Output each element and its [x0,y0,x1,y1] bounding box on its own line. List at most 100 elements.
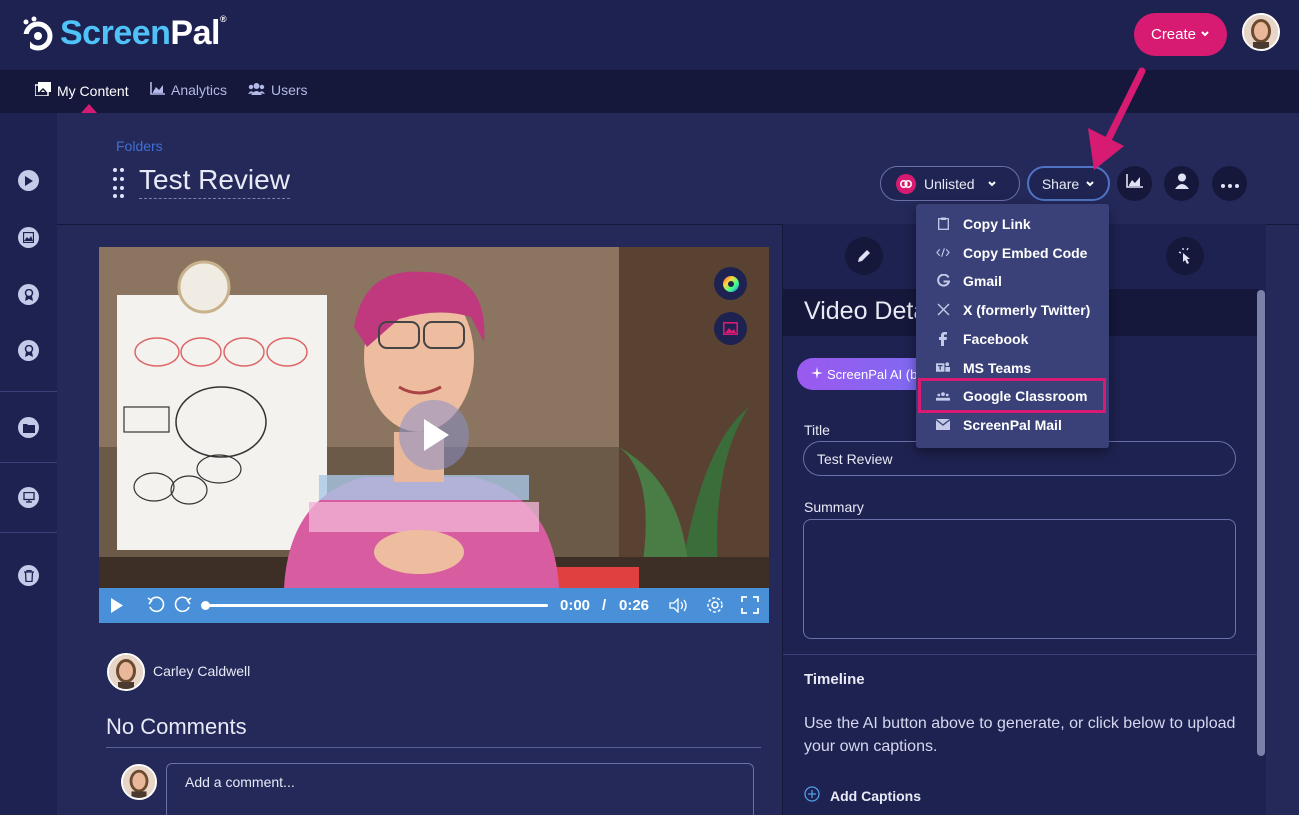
settings-gear-icon[interactable] [706,596,724,619]
logo-word-pal: Pal [170,14,220,52]
nav-my-content-label: My Content [57,82,129,99]
share-gmail[interactable]: Gmail [916,266,1109,295]
nav-analytics-label: Analytics [171,82,228,98]
author-avatar [107,653,145,691]
clipboard-icon [936,217,950,231]
rewind-icon[interactable] [147,596,165,619]
share-item-label: ScreenPal Mail [963,416,1062,433]
drag-handle-icon[interactable] [113,168,125,198]
panel-scrollbar[interactable] [1257,290,1265,756]
users-icon [248,82,265,98]
ai-button-label: ScreenPal AI (b [827,366,918,382]
thumbnail-image-icon[interactable] [714,312,747,345]
commenter-avatar [121,764,157,800]
active-nav-indicator [81,104,97,113]
owner-button[interactable] [1164,166,1199,201]
create-button[interactable]: Create [1134,13,1227,56]
logo-icon [20,16,56,52]
panel-divider [783,654,1259,655]
nav-analytics[interactable]: Analytics [150,82,227,98]
folder-icon[interactable] [18,417,39,438]
more-options-button[interactable] [1212,166,1247,201]
link-icon [896,173,916,194]
play-icon[interactable] [18,170,39,191]
interaction-pointer-icon[interactable] [1166,237,1204,275]
trash-icon[interactable] [18,565,39,586]
google-icon [936,274,950,288]
presentation-icon[interactable] [18,487,39,508]
code-icon [936,246,950,260]
user-icon [1174,173,1189,194]
summary-textarea[interactable] [803,519,1236,639]
comments-divider [106,747,761,748]
nav-users[interactable]: Users [248,82,308,98]
video-player[interactable] [99,247,769,588]
user-avatar[interactable] [1242,13,1280,51]
timeline-heading: Timeline [804,671,865,688]
visibility-dropdown[interactable]: Unlisted [880,166,1020,201]
breadcrumb-folders[interactable]: Folders [116,138,163,154]
add-captions-button[interactable]: Add Captions [804,786,921,805]
share-x-twitter[interactable]: X (formerly Twitter) [916,295,1109,324]
rail-divider [0,532,57,533]
logo-registered: ® [219,14,227,24]
chevron-down-icon [987,176,997,192]
nav-my-content[interactable]: My Content [34,82,129,99]
visibility-label: Unlisted [924,175,975,192]
progress-handle[interactable] [201,601,210,610]
current-time: 0:00 [560,597,591,614]
chart-icon [1126,174,1143,193]
author-name: Carley Caldwell [153,663,251,679]
comment-input[interactable]: Add a comment... [166,763,754,815]
color-wheel-icon[interactable] [714,267,747,300]
page-title[interactable]: Test Review [139,164,290,199]
x-icon [936,303,950,317]
mail-icon [936,418,950,432]
comments-heading: No Comments [106,714,247,739]
volume-icon[interactable] [669,597,689,618]
share-facebook[interactable]: Facebook [916,324,1109,353]
video-frame-image [99,247,769,588]
chevron-down-icon [1085,176,1095,192]
create-button-label: Create [1150,26,1197,43]
rail-divider [0,391,57,392]
comment-placeholder: Add a comment... [185,774,295,790]
share-copy-link[interactable]: Copy Link [916,209,1109,238]
fullscreen-icon[interactable] [741,596,759,619]
chevron-down-icon [1200,26,1210,43]
share-item-label: Copy Link [963,215,1031,232]
summary-label: Summary [804,499,864,515]
duration: 0:26 [619,597,650,614]
progress-track[interactable] [205,604,548,607]
teams-icon [936,361,950,375]
share-screenpal-mail[interactable]: ScreenPal Mail [916,410,1109,439]
details-heading: Video Deta [804,297,928,325]
edit-pencil-icon[interactable] [845,237,883,275]
plus-circle-icon [804,786,820,805]
play-icon[interactable] [110,598,124,618]
image-icon[interactable] [18,227,39,248]
share-item-label: X (formerly Twitter) [963,301,1091,318]
chart-icon [150,82,165,98]
share-copy-embed-code[interactable]: Copy Embed Code [916,238,1109,267]
left-sidebar [0,113,57,815]
share-item-label: Copy Embed Code [963,244,1088,261]
annotation-arrow-icon [1088,67,1146,170]
logo-word-screen: Screen [60,14,171,52]
share-item-label: Gmail [963,272,1002,289]
google-classroom-highlight [918,378,1106,413]
rail-divider [0,462,57,463]
forward-icon[interactable] [174,596,192,619]
award-icon[interactable] [18,284,39,305]
timeline-description: Use the AI button above to generate, or … [804,715,1236,755]
logo-wordmark: ScreenPal® [60,14,227,53]
title-label: Title [804,422,830,438]
screenpal-logo[interactable]: ScreenPal® [20,14,227,53]
player-controls: 0:00 / 0:26 [99,588,769,623]
top-header: ScreenPal® Create [0,0,1299,70]
badge-icon[interactable] [18,340,39,361]
share-item-label: MS Teams [963,359,1032,376]
facebook-icon [936,331,950,346]
add-captions-label: Add Captions [830,787,921,804]
ellipsis-icon [1220,175,1239,193]
